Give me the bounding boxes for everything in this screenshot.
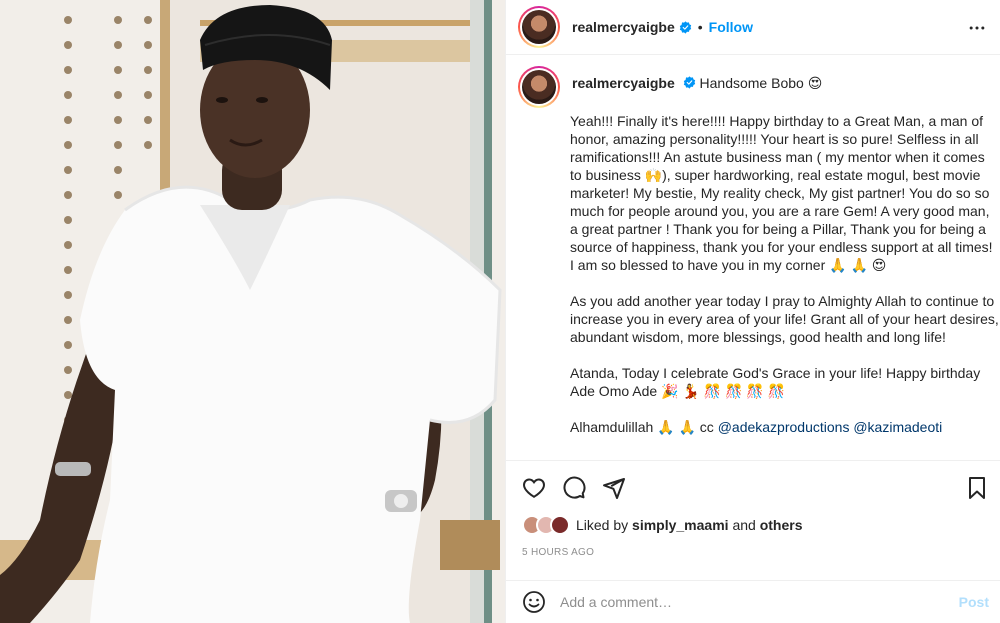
verified-badge-icon [679,20,691,34]
comment-icon[interactable] [562,476,586,500]
header-username[interactable]: realmercyaigbe [572,19,675,35]
post-photo[interactable] [0,0,505,623]
liker-avatar[interactable] [550,515,570,535]
share-icon[interactable] [602,476,626,500]
likes-and: and [732,517,756,533]
bookmark-icon[interactable] [965,476,989,500]
caption-paragraph-last: Alhamdulillah 🙏 🙏 cc @adekazproductions … [570,418,1000,436]
heart-icon[interactable] [522,476,546,500]
comment-input[interactable] [560,594,959,610]
likes-user-link[interactable]: simply_maami [632,517,729,533]
caption-body: Yeah!!! Finally it's here!!!! Happy birt… [570,112,1000,436]
post-comment-button[interactable]: Post [959,594,989,610]
follow-button[interactable]: Follow [709,19,753,35]
caption-paragraph: Atanda, Today I celebrate God's Grace in… [570,365,981,399]
comment-box: Post [506,580,1000,623]
caption-title-text: Handsome Bobo 😍 [699,75,823,91]
mention-link[interactable]: @kazimadeoti [853,419,942,435]
likes-prefix: Liked by [576,517,629,533]
emoji-icon[interactable] [522,590,546,614]
caption-paragraph: As you add another year today I pray to … [570,293,999,345]
verified-badge-icon [683,76,695,89]
more-options-icon[interactable] [967,18,987,38]
likes-text: Liked by simply_maami and others [576,517,802,533]
caption-section: realmercyaigbe Handsome Bobo 😍 Yeah!!! F… [506,56,1000,460]
post-timestamp[interactable]: 5 HOURS AGO [522,547,594,558]
action-bar [506,460,1000,512]
post-detail-panel: realmercyaigbe • Follow realmercyaigbe H… [505,0,1000,623]
likes-summary: Liked by simply_maami and others [522,515,802,535]
caption-title: realmercyaigbe Handsome Bobo 😍 [572,75,822,92]
separator-dot: • [697,19,703,35]
caption-paragraph: Yeah!!! Finally it's here!!!! Happy birt… [570,113,993,273]
post-header: realmercyaigbe • Follow [506,0,1000,55]
caption-avatar[interactable] [518,66,560,108]
likes-others-link[interactable]: others [760,517,803,533]
mention-link[interactable]: @adekazproductions [718,419,850,435]
caption-username[interactable]: realmercyaigbe [572,75,675,91]
portrait-illustration [0,0,505,623]
avatar[interactable] [518,6,560,48]
caption-paragraph: Alhamdulillah 🙏 🙏 cc [570,419,714,435]
